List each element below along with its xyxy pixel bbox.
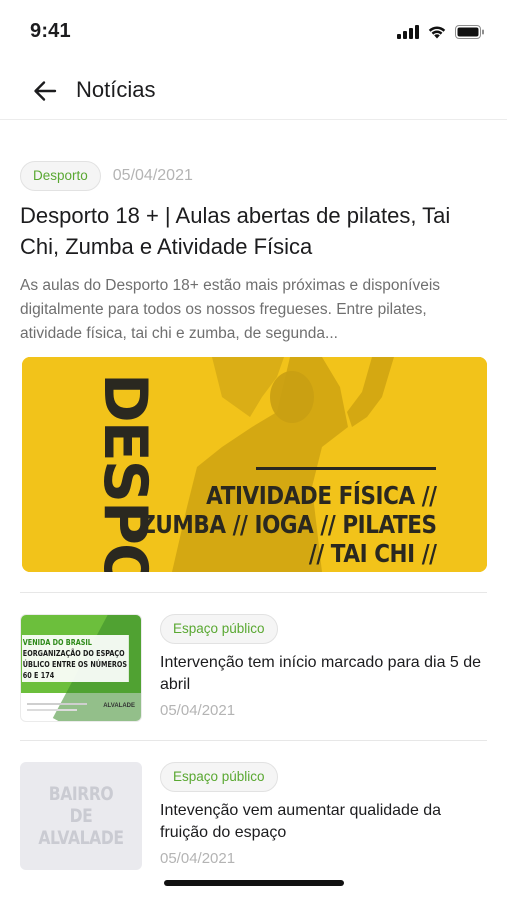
article-thumbnail: VENIDA DO BRASIL EORGANIZAÇÃO DO ESPAÇO … <box>20 614 142 722</box>
hero-line: ZUMBA // IOGA // PILATES <box>140 510 438 539</box>
list-item[interactable]: BAIRRO DE ALVALADE Espaço público Inteve… <box>20 762 487 870</box>
app-header: Notícias <box>0 62 507 120</box>
alvalade-logo: ALVALADE <box>103 703 135 709</box>
hero-line: ATIVIDADE FÍSICA // <box>206 481 438 510</box>
status-icons <box>397 24 485 39</box>
status-bar: 9:41 <box>0 0 507 62</box>
article-date: 05/04/2021 <box>160 850 236 867</box>
list-item[interactable]: VENIDA DO BRASIL EORGANIZAÇÃO DO ESPAÇO … <box>20 614 487 722</box>
divider <box>20 740 487 741</box>
hero-rule <box>256 467 436 470</box>
list-item-body: Espaço público Intevenção vem aumentar q… <box>160 762 487 867</box>
category-tag[interactable]: Desporto <box>20 161 101 191</box>
home-indicator[interactable] <box>164 880 344 886</box>
list-item-body: Espaço público Intervenção tem início ma… <box>160 614 487 719</box>
featured-meta: Desporto 05/04/2021 <box>20 160 487 192</box>
bairro-alvalade-logo: BAIRRO DE ALVALADE <box>38 783 124 849</box>
page-title: Notícias <box>76 77 156 102</box>
article-title[interactable]: Intevenção vem aumentar qualidade da fru… <box>160 800 487 844</box>
article-date: 05/04/2021 <box>160 702 236 719</box>
category-tag[interactable]: Espaço público <box>160 614 278 644</box>
cellular-signal-icon <box>397 24 419 39</box>
article-date: 05/04/2021 <box>112 167 193 184</box>
wifi-icon <box>427 24 447 39</box>
thumbnail-text: VENIDA DO BRASIL EORGANIZAÇÃO DO ESPAÇO … <box>22 635 129 682</box>
featured-image[interactable]: DESPORTO ATIVIDADE FÍSICA // ZUMBA // IO… <box>22 357 487 572</box>
hero-vertical-title: DESPORTO <box>90 373 150 572</box>
status-time: 9:41 <box>30 20 71 42</box>
article-excerpt: As aulas do Desporto 18+ estão mais próx… <box>20 277 441 342</box>
category-tag[interactable]: Espaço público <box>160 762 278 792</box>
divider <box>20 592 487 593</box>
article-title[interactable]: Intervenção tem início marcado para dia … <box>160 652 487 696</box>
article-thumbnail: BAIRRO DE ALVALADE <box>20 762 142 870</box>
back-button[interactable] <box>30 77 60 105</box>
hero-text: ATIVIDADE FÍSICA // ZUMBA // IOGA // PIL… <box>140 481 438 568</box>
article-title[interactable]: Desporto 18 + | Aulas abertas de pilates… <box>20 200 487 262</box>
battery-icon <box>455 24 485 39</box>
arrow-left-icon <box>34 81 57 101</box>
featured-article[interactable]: Desporto 05/04/2021 Desporto 18 + | Aula… <box>20 160 487 346</box>
hero-line: // TAI CHI // <box>309 539 437 568</box>
